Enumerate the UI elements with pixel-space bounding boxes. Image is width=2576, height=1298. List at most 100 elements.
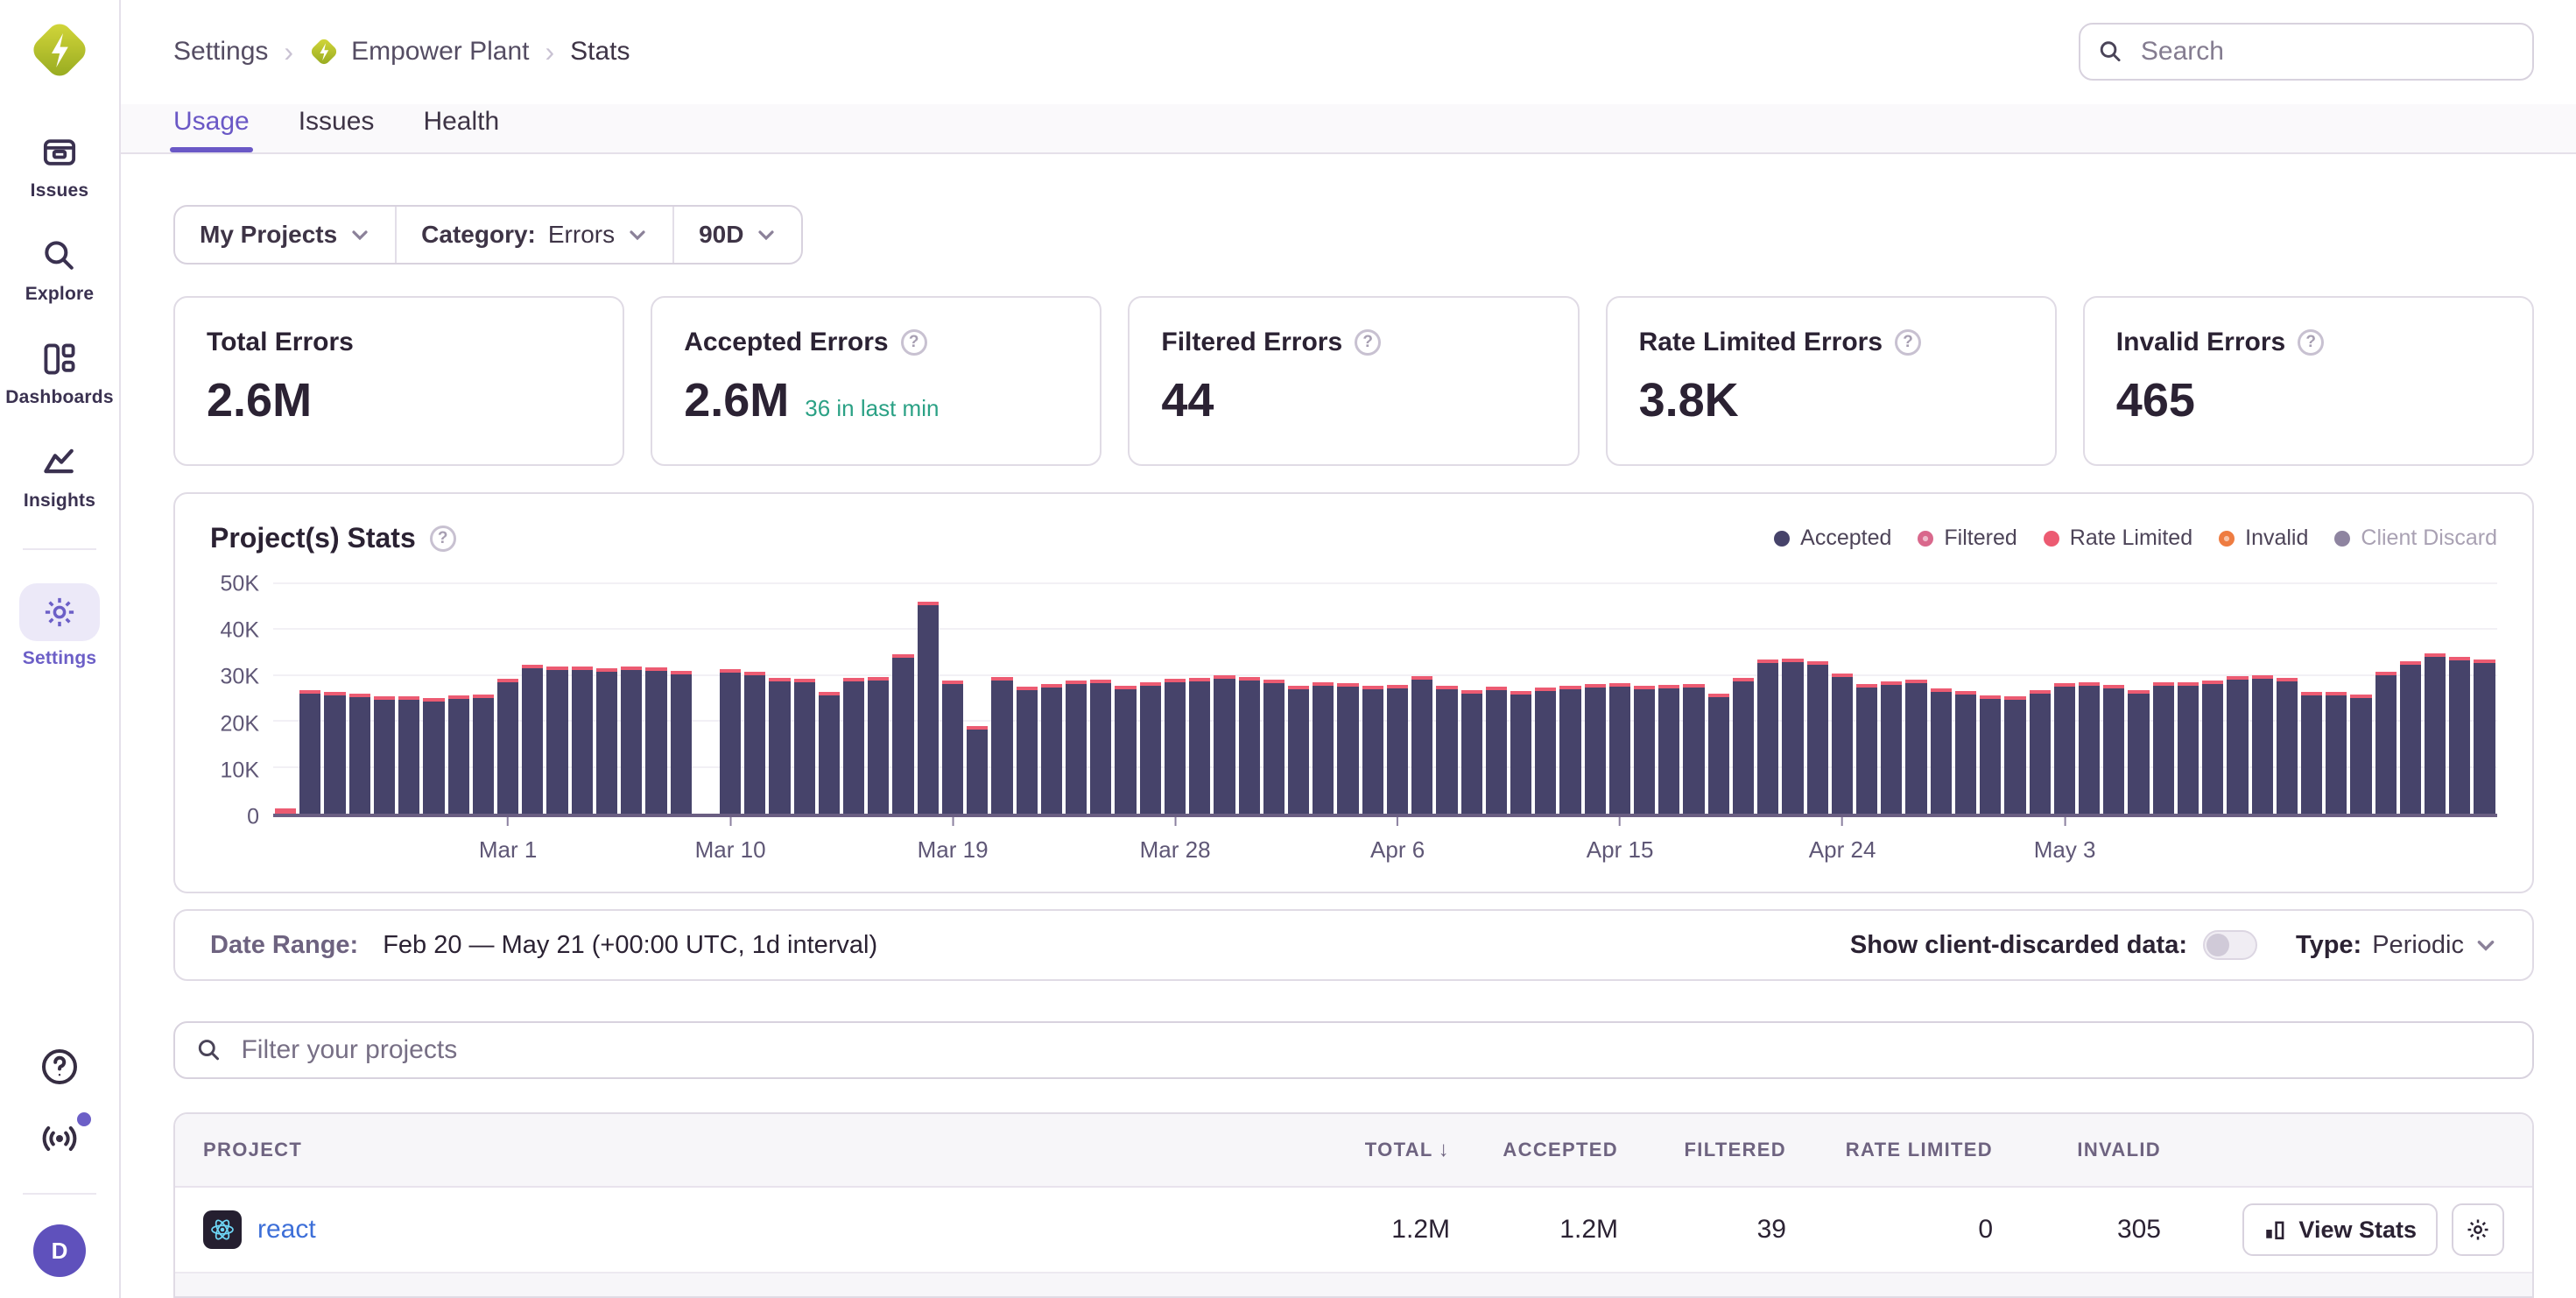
column-header-accepted[interactable]: ACCEPTED [1450, 1139, 1618, 1161]
chart-bar-slot [2374, 584, 2398, 814]
x-axis-tick: Mar 1 [479, 817, 537, 864]
column-header-total[interactable]: TOTAL↓ [1282, 1138, 1450, 1162]
stat-card-note: 36 in last min [805, 395, 939, 422]
global-search[interactable] [2079, 23, 2534, 81]
help-tooltip-icon[interactable]: ? [2298, 329, 2324, 356]
legend-item-client-discard[interactable]: Client Discard [2334, 526, 2497, 551]
legend-item-rate-limited[interactable]: Rate Limited [2044, 526, 2192, 551]
chart-bar-slot [2299, 584, 2324, 814]
project-selector-dropdown[interactable]: My Projects [175, 207, 395, 263]
stat-card-label: Filtered Errors [1161, 328, 1342, 357]
chart-bar-slot [471, 584, 496, 814]
x-axis-tick: Apr 6 [1370, 817, 1425, 864]
help-tooltip-icon[interactable]: ? [1355, 329, 1381, 356]
chart-bars [273, 584, 2497, 814]
sentry-logo[interactable] [31, 21, 88, 79]
sidebar-item-explore[interactable]: Explore [0, 235, 119, 305]
chart-plot [273, 584, 2497, 817]
chart-bar [1387, 685, 1408, 814]
stat-card-value: 44 [1161, 373, 1214, 427]
project-filter-input[interactable] [237, 1033, 2511, 1067]
legend-item-invalid[interactable]: Invalid [2219, 526, 2308, 551]
chart-bar [2277, 678, 2298, 814]
chart-bar-slot [2398, 584, 2423, 814]
view-stats-button[interactable]: View Stats [2242, 1203, 2438, 1256]
sidebar-item-settings[interactable]: Settings [0, 583, 119, 669]
x-axis-tick: Apr 15 [1587, 817, 1654, 864]
chart-bar-slot [1780, 584, 1805, 814]
chart-bar-slot [2052, 584, 2077, 814]
lightning-bolt-icon [31, 21, 88, 79]
broadcast-icon[interactable] [39, 1118, 81, 1160]
breadcrumb: Settings › Empower Plant › Stats [173, 36, 630, 68]
tab-issues[interactable]: Issues [299, 107, 375, 152]
column-header-project[interactable]: PROJECT [203, 1139, 1282, 1161]
chart-bar [2103, 685, 2124, 814]
chart-bar [1658, 685, 1679, 814]
tab-usage[interactable]: Usage [173, 107, 250, 152]
tab-health[interactable]: Health [423, 107, 499, 152]
chart-bar-slot [1731, 584, 1756, 814]
sidebar-item-issues[interactable]: Issues [0, 131, 119, 201]
sort-desc-icon: ↓ [1439, 1138, 1450, 1161]
client-discard-toggle[interactable] [2203, 930, 2257, 960]
chart-bar-slot [1558, 584, 1582, 814]
legend-item-filtered[interactable]: Filtered [1918, 526, 2016, 551]
date-range-value: Feb 20 — May 21 (+00:00 UTC, 1d interval… [383, 931, 877, 960]
y-axis-tick-label: 40K [221, 618, 259, 644]
project-settings-button[interactable] [2452, 1203, 2504, 1256]
stat-cards: Total Errors 2.6M Accepted Errors? 2.6M3… [173, 296, 2534, 466]
sidebar-item-dashboards[interactable]: Dashboards [0, 338, 119, 408]
category-dropdown[interactable]: Category: Errors [395, 207, 672, 263]
chart-bar-slot [1978, 584, 2002, 814]
x-axis-tick: Mar 19 [918, 817, 989, 864]
chart-bar-slot [1608, 584, 1632, 814]
help-icon[interactable] [39, 1046, 81, 1088]
help-tooltip-icon[interactable]: ? [430, 526, 456, 552]
chart-bar-slot [1953, 584, 1978, 814]
gear-icon [2465, 1217, 2491, 1243]
help-tooltip-icon[interactable]: ? [901, 329, 927, 356]
sidebar-item-insights[interactable]: Insights [0, 441, 119, 511]
legend-dot [2219, 531, 2235, 547]
chart-bar-slot [298, 584, 322, 814]
chart-bar [1634, 686, 1655, 814]
chart-bar [843, 678, 864, 814]
type-dropdown[interactable]: Type: Periodic [2296, 931, 2497, 960]
chart-bar [918, 602, 939, 814]
chart-bar-slot [1681, 584, 1706, 814]
chart-bar-slot [817, 584, 841, 814]
help-tooltip-icon[interactable]: ? [1895, 329, 1921, 356]
global-search-input[interactable] [2137, 35, 2515, 68]
breadcrumb-organization[interactable]: Empower Plant [309, 37, 529, 67]
project-link[interactable]: react [257, 1215, 316, 1245]
user-avatar[interactable]: D [33, 1224, 86, 1277]
stat-card-total-errors: Total Errors 2.6M [173, 296, 624, 466]
chart-bar [720, 669, 741, 814]
column-header-filtered[interactable]: FILTERED [1618, 1139, 1786, 1161]
period-value: 90D [699, 221, 743, 249]
column-header-invalid[interactable]: INVALID [1993, 1139, 2161, 1161]
search-icon [196, 1037, 222, 1063]
chart-bar-slot [767, 584, 792, 814]
period-dropdown[interactable]: 90D [672, 207, 801, 263]
chart-bar [942, 681, 963, 814]
chart-bar-slot [1830, 584, 1855, 814]
chart-bar [1041, 684, 1062, 814]
y-axis-tick-label: 50K [221, 572, 259, 597]
chart-bar-slot [372, 584, 397, 814]
chevron-down-icon [756, 224, 777, 245]
chart-bar [1263, 680, 1284, 814]
x-axis-tick: Mar 28 [1140, 817, 1211, 864]
filter-bar: My Projects Category: Errors 90D [173, 205, 803, 265]
chart-bar [1535, 688, 1556, 814]
column-header-rate-limited[interactable]: RATE LIMITED [1786, 1139, 1993, 1161]
stat-card-value: 2.6M [684, 373, 789, 427]
stat-card-accepted-errors: Accepted Errors? 2.6M36 in last min [651, 296, 1101, 466]
chart-bar-slot [1855, 584, 1879, 814]
chart-bar [2202, 681, 2223, 814]
breadcrumb-settings[interactable]: Settings [173, 37, 268, 67]
legend-item-accepted[interactable]: Accepted [1774, 526, 1891, 551]
chart-bar [1708, 694, 1729, 814]
project-filter[interactable] [173, 1021, 2534, 1079]
